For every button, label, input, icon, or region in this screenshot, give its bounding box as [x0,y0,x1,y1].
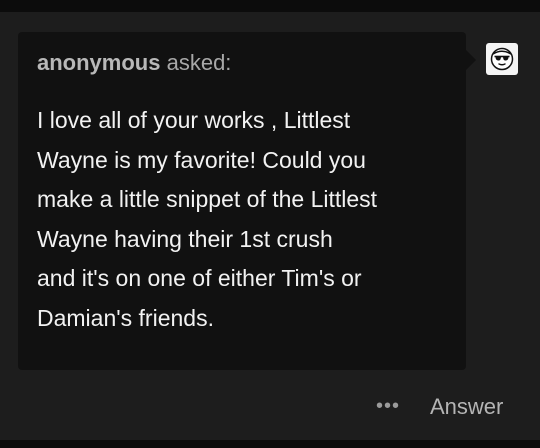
question-text: I love all of your works , Littlest Wayn… [37,101,457,339]
avatar[interactable] [486,43,518,75]
asker-header: anonymous asked: [37,48,231,78]
sunglasses-face-icon [490,47,514,71]
answer-button[interactable]: Answer [430,393,503,421]
question-line: I love all of your works , Littlest [37,107,351,133]
question-line: make a little snippet of the Littlest [37,186,378,213]
question-line: Wayne is my favorite! Could you [37,146,366,173]
asker-name[interactable]: anonymous [37,50,160,75]
question-line: Damian's friends. [37,304,214,331]
more-options-button[interactable]: ••• [376,396,400,416]
question-line: Wayne having their 1st crush [37,225,333,252]
bubble-tail [466,50,476,70]
asker-verb: asked: [166,50,232,75]
question-line: and it's on one of either Tim's or [37,265,362,292]
